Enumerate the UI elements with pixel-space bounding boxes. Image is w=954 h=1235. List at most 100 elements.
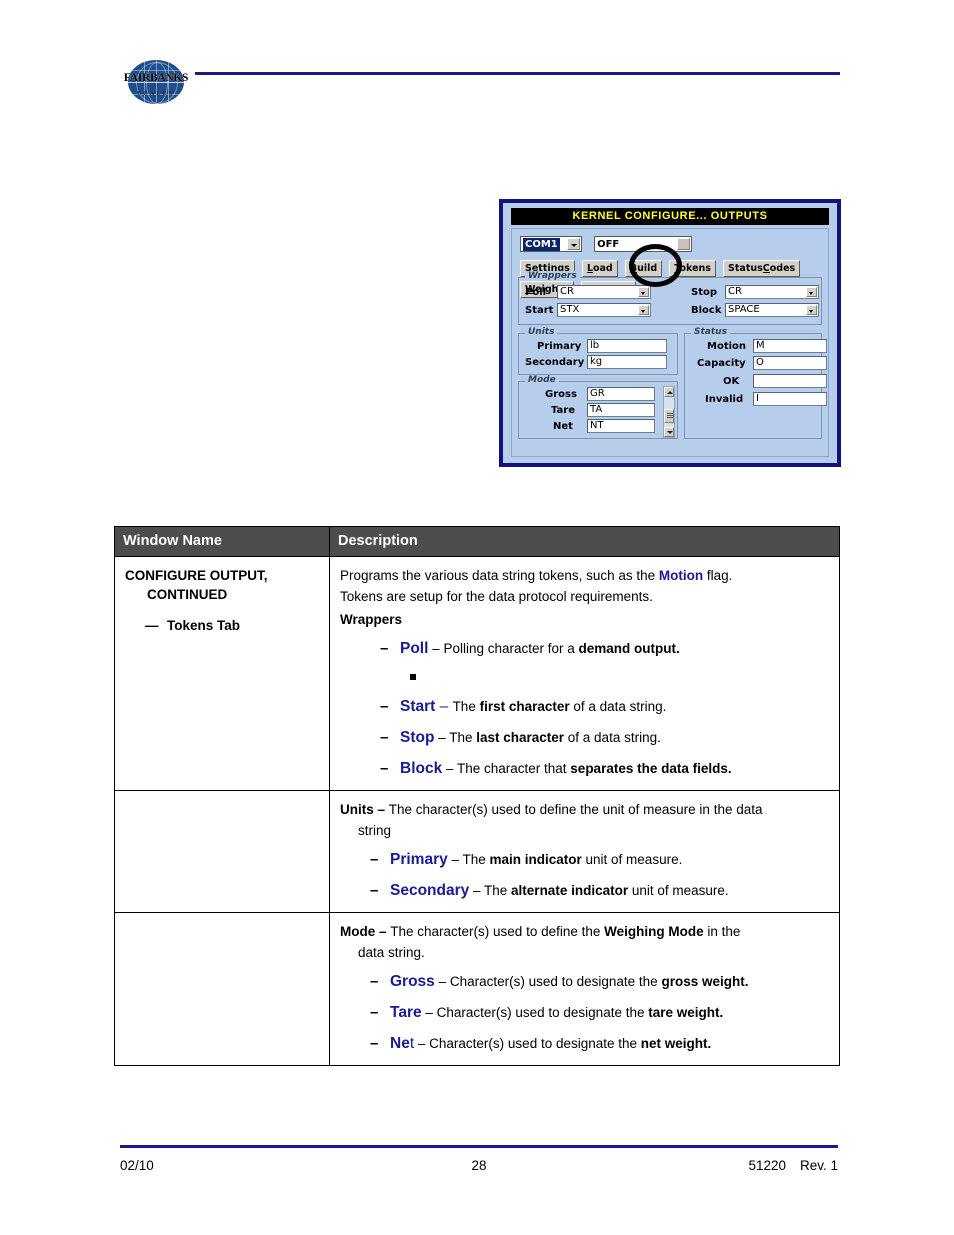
tab-statuscodes[interactable]: StatusCodes bbox=[723, 260, 801, 277]
mode-lead-cont: data string. bbox=[358, 945, 425, 961]
chevron-down-icon-stop[interactable] bbox=[806, 287, 817, 297]
label-block: Block bbox=[691, 305, 722, 316]
u-desc-1a: The bbox=[484, 882, 512, 898]
table-row: Units – The character(s) used to define … bbox=[114, 789, 840, 913]
field-poll-value: CR bbox=[560, 286, 574, 297]
field-poll[interactable]: CR bbox=[557, 285, 651, 299]
table-row: Mode – The character(s) used to define t… bbox=[114, 911, 840, 1067]
field-net[interactable]: NT bbox=[587, 419, 655, 433]
desc-2b: last character bbox=[476, 729, 565, 745]
cell-description-2: Units – The character(s) used to define … bbox=[329, 789, 840, 913]
label-capacity: Capacity bbox=[697, 358, 746, 369]
chevron-down-icon-start[interactable] bbox=[638, 305, 649, 315]
chevron-down-icon-block[interactable] bbox=[806, 305, 817, 315]
term-start: Start bbox=[400, 697, 436, 715]
field-block-value: SPACE bbox=[728, 304, 760, 315]
desc-1c: of a data string. bbox=[569, 698, 667, 714]
cell-window-name-2 bbox=[114, 789, 330, 913]
group-status: Status Motion M Capacity O OK Invalid I bbox=[684, 327, 827, 439]
u-desc-0b: main indicator bbox=[489, 851, 582, 867]
term-poll: Poll bbox=[400, 640, 429, 658]
intro1-b: flag. bbox=[703, 568, 733, 583]
field-tare[interactable]: TA bbox=[587, 403, 655, 417]
group-mode-legend: Mode bbox=[525, 375, 559, 385]
list-item: Poll – Polling character for a demand ou… bbox=[378, 638, 829, 660]
desc-1a: The bbox=[452, 698, 480, 714]
desc-3b: separates the data fields. bbox=[570, 760, 732, 776]
mode-scrollbar[interactable] bbox=[663, 386, 675, 438]
field-stop[interactable]: CR bbox=[725, 285, 819, 299]
list-item: Start – The first character of a data st… bbox=[378, 696, 829, 718]
term-net: Ne bbox=[390, 1035, 410, 1053]
m-sep-0: – bbox=[434, 974, 450, 990]
list-item: Tare – Character(s) used to designate th… bbox=[368, 1002, 829, 1024]
footer-divider bbox=[120, 1145, 838, 1148]
field-motion-value: M bbox=[756, 340, 765, 351]
wrappers-list: Poll – Polling character for a demand ou… bbox=[378, 638, 829, 660]
field-primary[interactable]: lb bbox=[587, 339, 667, 353]
scrollbar-thumb[interactable] bbox=[664, 409, 674, 423]
lead-mode: Mode bbox=[340, 923, 376, 939]
com-port-select[interactable]: COM1 bbox=[520, 236, 582, 252]
group-mode: Mode Gross GR Tare TA Net NT bbox=[518, 375, 678, 439]
label-motion: Motion bbox=[707, 341, 747, 352]
m-desc-0b: gross weight. bbox=[661, 974, 749, 990]
field-ok[interactable] bbox=[753, 374, 827, 388]
sep-3: – bbox=[442, 760, 457, 776]
subheading-wrappers: Wrappers bbox=[340, 612, 403, 628]
logo-tagline: SCALES bbox=[137, 91, 175, 97]
field-secondary[interactable]: kg bbox=[587, 355, 667, 369]
kernel-configure-outputs-screenshot: KERNEL CONFIGURE... OUTPUTS COM1 OFF Set… bbox=[499, 199, 841, 467]
scroll-up-icon[interactable] bbox=[664, 387, 674, 397]
dialog-title: KERNEL CONFIGURE... OUTPUTS bbox=[511, 208, 829, 225]
scroll-down-icon[interactable] bbox=[664, 427, 674, 437]
sep-2: – bbox=[434, 729, 450, 745]
units-lead: Units – The character(s) used to define … bbox=[340, 800, 829, 819]
label-primary: Primary bbox=[537, 341, 582, 352]
units-lead-text: The character(s) used to define the unit… bbox=[388, 801, 763, 817]
u-desc-1b: alternate indicator bbox=[511, 882, 629, 898]
u-desc-0a: The bbox=[462, 851, 490, 867]
m-desc-2a: Character(s) used to designate the bbox=[429, 1036, 641, 1052]
field-motion[interactable]: M bbox=[753, 339, 827, 353]
label-stop: Stop bbox=[691, 287, 718, 298]
desc-2c: of a data string. bbox=[564, 729, 661, 745]
desc-0b: demand output. bbox=[578, 641, 680, 657]
m-sep-2: – bbox=[414, 1036, 430, 1052]
field-gross-value: GR bbox=[590, 388, 605, 399]
tab-load[interactable]: Load bbox=[581, 260, 618, 277]
wrappers-list-cont: Start – The first character of a data st… bbox=[378, 696, 829, 780]
keyword-weighing-mode: Weighing Mode bbox=[604, 923, 704, 939]
field-gross[interactable]: GR bbox=[587, 387, 655, 401]
field-start[interactable]: STX bbox=[557, 303, 651, 317]
desc-3a: The character that bbox=[456, 760, 571, 776]
field-invalid[interactable]: I bbox=[753, 392, 827, 406]
chevron-down-icon-2[interactable] bbox=[677, 238, 691, 250]
field-block[interactable]: SPACE bbox=[725, 303, 819, 317]
group-units: Units Primary lb Secondary kg bbox=[518, 327, 678, 375]
sep-1: – bbox=[435, 697, 453, 715]
description-table: Window Name Description CONFIGURE OUTPUT… bbox=[114, 526, 840, 1067]
label-invalid: Invalid bbox=[705, 394, 744, 405]
field-capacity-value: O bbox=[756, 357, 764, 368]
term-block: Block bbox=[400, 759, 443, 777]
desc-2a: The bbox=[449, 729, 477, 745]
m-desc-0a: Character(s) used to designate the bbox=[449, 974, 662, 990]
tokens-tab-label: Tokens Tab bbox=[167, 618, 241, 634]
m-desc-2b: net weight. bbox=[640, 1036, 712, 1052]
term-secondary: Secondary bbox=[390, 881, 470, 899]
m-desc-1b: tare weight. bbox=[648, 1005, 724, 1021]
page-footer: 02/10 28 51220 Rev. 1 bbox=[120, 1158, 838, 1178]
column-header-window-name: Window Name bbox=[114, 526, 330, 557]
field-secondary-value: kg bbox=[590, 356, 603, 367]
intro1-a: Programs the various data string tokens,… bbox=[340, 568, 659, 583]
footer-page-number: 28 bbox=[471, 1158, 487, 1173]
com-port-value: COM1 bbox=[523, 238, 560, 251]
mode-list: Gross – Character(s) used to designate t… bbox=[368, 971, 829, 1055]
field-capacity[interactable]: O bbox=[753, 356, 827, 370]
list-item: Stop – The last character of a data stri… bbox=[378, 727, 829, 749]
chevron-down-icon[interactable] bbox=[567, 238, 580, 250]
chevron-down-icon-poll[interactable] bbox=[638, 287, 649, 297]
units-list: Primary – The main indicator unit of mea… bbox=[368, 849, 829, 902]
m-desc-1a: Character(s) used to designate the bbox=[436, 1005, 649, 1021]
